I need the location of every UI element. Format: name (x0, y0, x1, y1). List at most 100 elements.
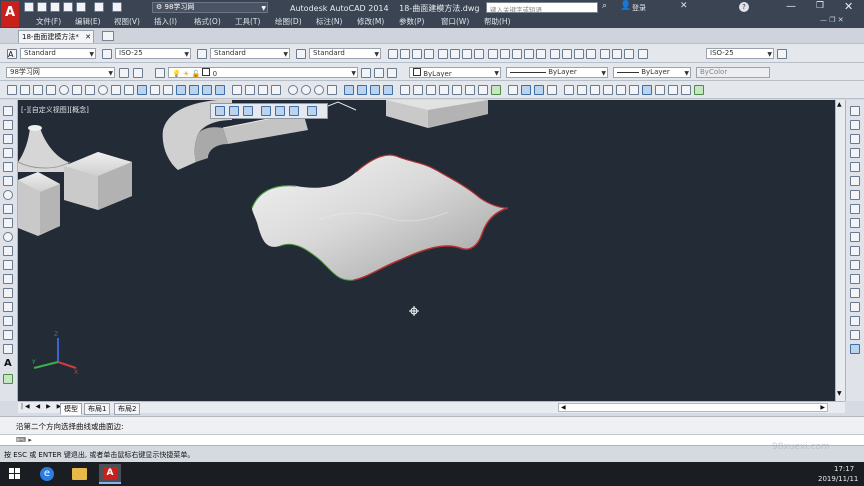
wireframe-icon[interactable] (344, 85, 354, 95)
insert-block-icon[interactable] (3, 260, 13, 270)
surface-trim-icon[interactable] (465, 85, 475, 95)
rotate-icon[interactable] (850, 190, 860, 200)
make-block-icon[interactable] (3, 274, 13, 284)
scale-icon[interactable] (850, 204, 860, 214)
viewport-label[interactable]: [-][自定义视图][概念] (21, 105, 89, 115)
scroll-left-icon[interactable]: ◀ (561, 404, 566, 411)
dim-linear-icon[interactable] (388, 49, 398, 59)
file-explorer-icon[interactable] (72, 468, 87, 480)
slice-icon[interactable] (590, 85, 600, 95)
adjust-distance-icon[interactable] (261, 106, 271, 116)
user-icon[interactable]: 👤 (620, 1, 631, 11)
surface-blend-icon[interactable] (413, 85, 423, 95)
erase-icon[interactable] (850, 106, 860, 116)
array-icon[interactable] (850, 162, 860, 172)
polysolid-icon[interactable] (7, 85, 17, 95)
mleader-style-combo[interactable]: Standard ▼ (309, 48, 381, 59)
surface-patch-icon[interactable] (426, 85, 436, 95)
new-tab-icon[interactable] (102, 31, 114, 41)
tab-layout2[interactable]: 布局2 (114, 403, 141, 415)
copy-icon[interactable] (850, 120, 860, 130)
box-icon[interactable] (20, 85, 30, 95)
ellipse-arc-icon[interactable] (3, 246, 13, 256)
clean-icon[interactable] (655, 85, 665, 95)
menu-help[interactable]: 帮助(H) (484, 16, 511, 27)
help-icon[interactable]: ? (739, 2, 749, 12)
dim-style-manager-icon[interactable] (638, 49, 648, 59)
plotstyle-combo[interactable]: ByColor (696, 67, 770, 78)
offset-icon[interactable] (850, 148, 860, 158)
wedge-icon[interactable] (33, 85, 43, 95)
text-style-icon[interactable]: A (7, 49, 17, 59)
dim-override-icon[interactable] (777, 49, 787, 59)
zoom-icon[interactable] (229, 106, 239, 116)
extend-icon[interactable] (850, 246, 860, 256)
tab-model[interactable]: 模型 (60, 403, 82, 415)
table-icon[interactable] (3, 344, 13, 354)
walk-icon[interactable] (327, 85, 337, 95)
flatshot-icon[interactable] (577, 85, 587, 95)
pyramid-icon[interactable] (85, 85, 95, 95)
mesh-box-icon[interactable] (508, 85, 518, 95)
dim-text-edit-icon[interactable] (612, 49, 622, 59)
hidden-icon[interactable] (357, 85, 367, 95)
file-tab[interactable]: 18-曲面建模方法* ✕ (18, 30, 94, 43)
lineweight-combo[interactable]: ByLayer ▼ (613, 67, 691, 78)
make-current-icon[interactable] (361, 68, 371, 78)
surface-sculpt-icon[interactable] (491, 85, 501, 95)
open-file-icon[interactable] (37, 2, 47, 12)
fillet-icon[interactable] (850, 316, 860, 326)
explode-icon[interactable] (850, 344, 860, 354)
workspace-settings-icon[interactable] (119, 68, 129, 78)
layer-previous-icon[interactable] (374, 68, 384, 78)
menu-window-controls[interactable]: — ❐ ✕ (820, 16, 844, 24)
point-icon[interactable] (3, 288, 13, 298)
break-icon[interactable] (850, 274, 860, 284)
polygon-icon[interactable] (3, 148, 13, 158)
torus-icon[interactable] (98, 85, 108, 95)
autocad-taskbar-icon[interactable]: A (99, 464, 121, 484)
undo-icon[interactable] (94, 2, 104, 12)
sweep-icon[interactable] (150, 85, 160, 95)
move-icon[interactable] (850, 176, 860, 186)
linetype-combo[interactable]: ByLayer ▼ (506, 67, 608, 78)
lock-icon[interactable]: 🔓 (191, 70, 200, 77)
trim-icon[interactable] (850, 232, 860, 242)
dim-radius-icon[interactable] (438, 49, 448, 59)
menu-window[interactable]: 窗口(W) (441, 16, 469, 27)
conceptual-icon[interactable] (383, 85, 393, 95)
surface-network-icon[interactable] (400, 85, 410, 95)
revcloud-icon[interactable] (3, 204, 13, 214)
center-mark-icon[interactable] (562, 49, 572, 59)
mesh-smooth-icon[interactable] (521, 85, 531, 95)
dim-style-combo[interactable]: ISO-25 ▼ (115, 48, 191, 59)
menu-format[interactable]: 格式(O) (194, 16, 221, 27)
separate-icon[interactable] (642, 85, 652, 95)
polyline-icon[interactable] (3, 134, 13, 144)
dim-arc-icon[interactable] (412, 49, 422, 59)
menu-file[interactable]: 文件(F) (36, 16, 61, 27)
search-box[interactable]: 键入关键字或短语 (486, 2, 598, 14)
fly-icon[interactable] (307, 106, 317, 116)
dim-style-icon[interactable] (102, 49, 112, 59)
search-icon[interactable]: ⌕ (602, 1, 607, 11)
planar-surface-icon[interactable] (111, 85, 121, 95)
thicken-icon[interactable] (603, 85, 613, 95)
dim-baseline-icon[interactable] (500, 49, 510, 59)
dim-continue-icon[interactable] (512, 49, 522, 59)
surface-extend-icon[interactable] (478, 85, 488, 95)
gradient-icon[interactable] (3, 316, 13, 326)
presspull-icon[interactable] (137, 85, 147, 95)
scroll-down-icon[interactable]: ▼ (837, 390, 842, 397)
command-input[interactable] (36, 436, 836, 444)
region-icon[interactable] (3, 330, 13, 340)
pan-icon[interactable] (215, 106, 225, 116)
tolerance-icon[interactable] (550, 49, 560, 59)
login-button[interactable]: 登录 (632, 3, 646, 13)
spline-icon[interactable] (3, 218, 13, 228)
box-solid-middle[interactable] (64, 152, 132, 210)
sphere-icon[interactable] (59, 85, 69, 95)
funnel-solid[interactable] (18, 125, 71, 172)
box-solid-left[interactable] (18, 172, 60, 236)
3d-align-icon[interactable] (258, 85, 268, 95)
